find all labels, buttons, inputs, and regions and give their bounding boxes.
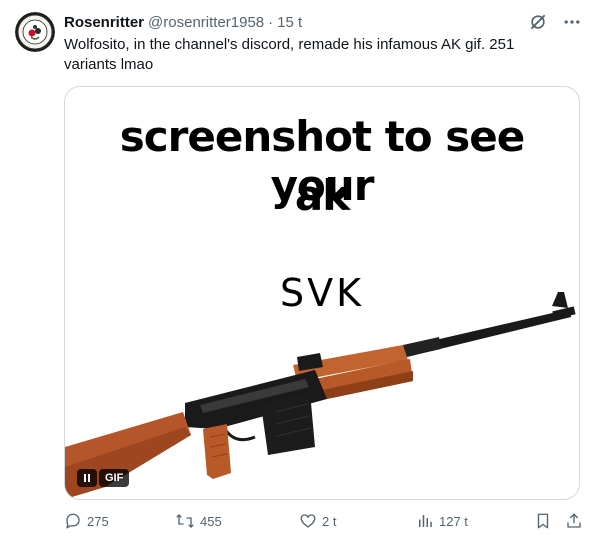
- reply-button[interactable]: 275: [64, 512, 109, 530]
- meme-caption-line2: ak: [294, 171, 350, 220]
- repost-count: 455: [200, 513, 222, 529]
- gif-badge: GIF: [99, 469, 130, 487]
- views-count: 127 t: [439, 513, 468, 529]
- author-display-name[interactable]: Rosenritter: [64, 14, 144, 31]
- tweet-header: Rosenritter @rosenritter1958 · 15 t: [64, 12, 302, 32]
- reply-icon: [66, 513, 80, 529]
- reply-count: 275: [87, 513, 109, 529]
- gif-controls: GIF: [77, 469, 130, 487]
- views-button[interactable]: 127 t: [416, 512, 468, 530]
- tweet-actions: 275 455 2 t 127 t: [64, 512, 584, 534]
- rifle-image: [65, 292, 576, 499]
- pause-icon: [84, 474, 90, 482]
- like-button[interactable]: 2 t: [299, 512, 336, 530]
- share-icon: [567, 513, 581, 528]
- grok-button[interactable]: [526, 10, 550, 34]
- more-button[interactable]: [560, 10, 584, 34]
- separator-dot: ·: [268, 13, 274, 31]
- tweet-text: Wolfosito, in the channel's discord, rem…: [64, 36, 515, 73]
- views-icon: [419, 515, 432, 527]
- header-actions: [526, 10, 584, 34]
- tweet-timestamp[interactable]: 15 t: [277, 14, 302, 31]
- bookmark-icon: [537, 513, 549, 529]
- like-count: 2 t: [322, 513, 337, 529]
- repost-button[interactable]: 455: [175, 512, 222, 530]
- grok-icon: [530, 14, 546, 30]
- tweet-media-gif[interactable]: screenshot to see your ak SVK GIF: [64, 86, 580, 500]
- share-button[interactable]: [565, 512, 583, 530]
- like-icon: [300, 514, 316, 528]
- pause-button[interactable]: [77, 469, 97, 487]
- bookmark-button[interactable]: [534, 512, 552, 530]
- author-handle[interactable]: @rosenritter1958: [148, 14, 264, 31]
- more-icon: [564, 20, 580, 24]
- repost-icon: [176, 514, 194, 528]
- avatar[interactable]: [15, 12, 55, 52]
